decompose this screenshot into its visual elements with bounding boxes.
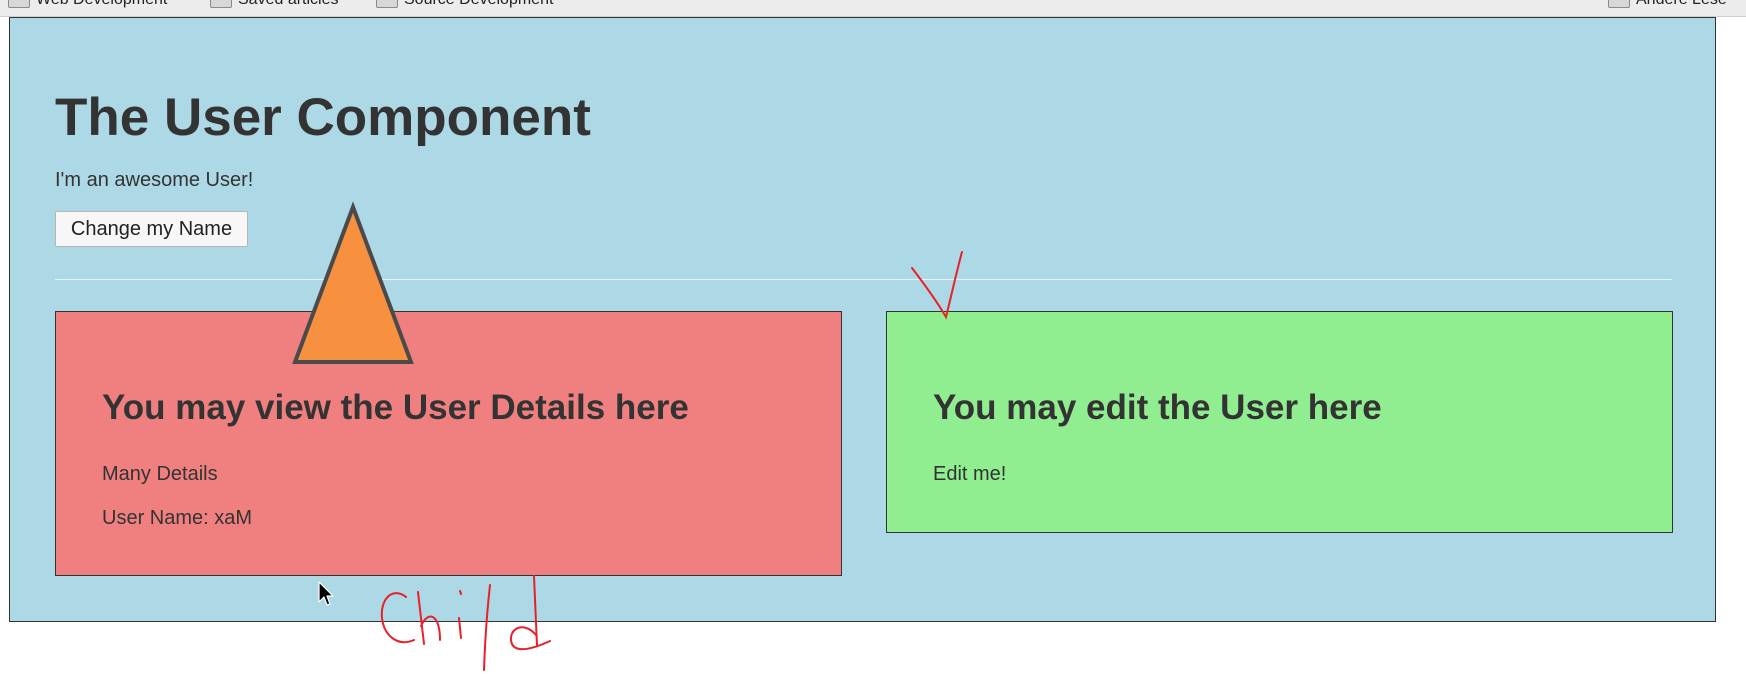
- user-name-value: User Name: xaM: [102, 507, 253, 529]
- user-edit-component: You may edit the User here Edit me!: [886, 311, 1673, 533]
- user-detail-text: Many Details: [102, 463, 218, 485]
- bookmarks-bar: Web Development Saved articles Source De…: [0, 0, 1746, 17]
- bookmark-source-development[interactable]: Source Development: [376, 0, 553, 8]
- bookmark-label: Source Development: [404, 0, 553, 8]
- user-component: The User Component I'm an awesome User! …: [9, 17, 1716, 622]
- user-edit-title: You may edit the User here: [933, 388, 1382, 427]
- folder-icon: [1608, 0, 1630, 8]
- mouse-cursor-icon: [318, 581, 334, 606]
- bookmark-label: Web Development: [36, 0, 167, 8]
- user-subtitle: I'm an awesome User!: [55, 169, 254, 191]
- folder-icon: [376, 0, 398, 8]
- divider: [55, 279, 1672, 280]
- bookmark-label: Andere Lese: [1636, 0, 1727, 8]
- bookmark-label: Saved articles: [238, 0, 339, 8]
- change-name-button[interactable]: Change my Name: [55, 211, 248, 247]
- page-title: The User Component: [55, 88, 591, 147]
- bookmark-web-development[interactable]: Web Development: [8, 0, 167, 8]
- bookmark-saved-articles[interactable]: Saved articles: [210, 0, 339, 8]
- bookmark-other[interactable]: Andere Lese: [1608, 0, 1727, 8]
- user-detail-title: You may view the User Details here: [102, 388, 689, 427]
- folder-icon: [210, 0, 232, 8]
- user-detail-component: You may view the User Details here Many …: [55, 311, 842, 576]
- user-edit-text: Edit me!: [933, 463, 1007, 485]
- folder-icon: [8, 0, 30, 8]
